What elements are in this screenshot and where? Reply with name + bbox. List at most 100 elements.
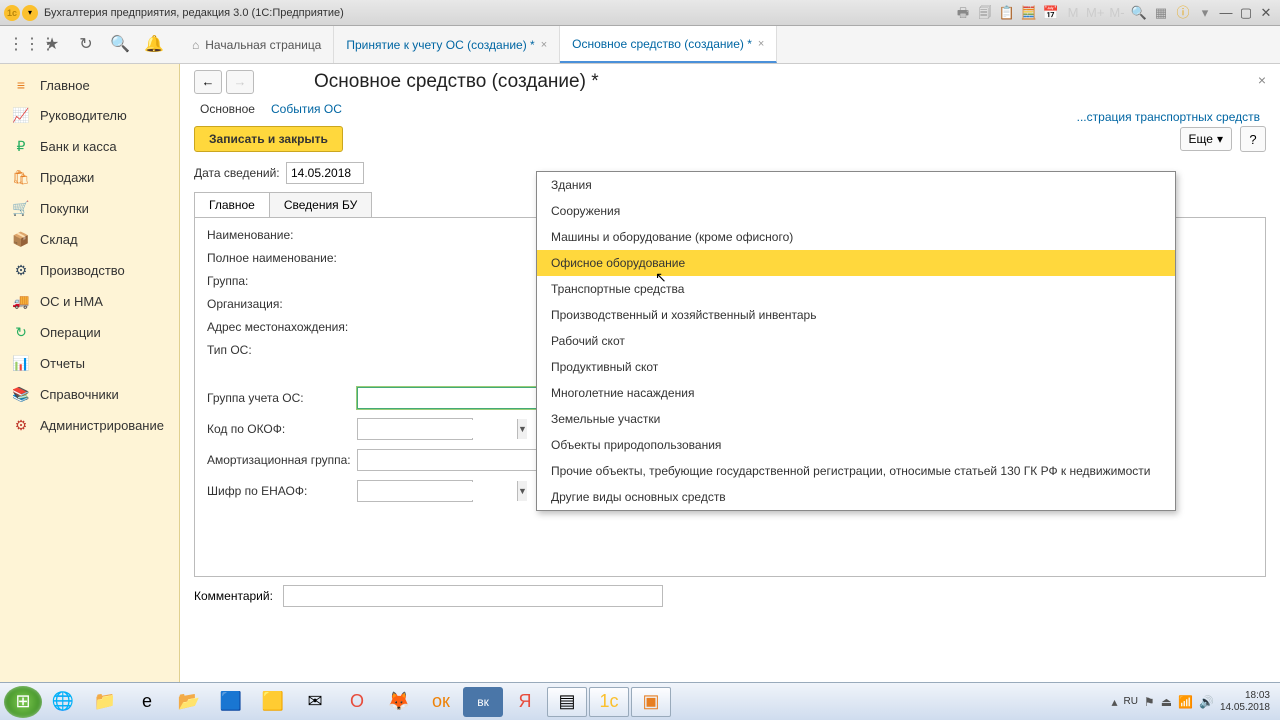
toolbar-m-icon[interactable]: M — [1064, 4, 1082, 22]
sidebar-label: Производство — [40, 263, 125, 278]
taskbar-ie-icon[interactable]: 🌐 — [43, 687, 83, 717]
taskbar-running-app[interactable]: ▤ — [547, 687, 587, 717]
taskbar-vk-icon[interactable]: вк — [463, 687, 503, 717]
tray-lang[interactable]: RU — [1123, 696, 1137, 707]
taskbar-yandex-icon[interactable]: Я — [505, 687, 545, 717]
inner-tab-main[interactable]: Главное — [194, 192, 270, 217]
app-menu-dropdown[interactable]: ▾ — [22, 5, 38, 21]
toolbar-m-plus-icon[interactable]: M+ — [1086, 4, 1104, 22]
taskbar-edge-icon[interactable]: e — [127, 687, 167, 717]
subnav-main[interactable]: Основное — [200, 102, 255, 116]
sidebar-label: Руководителю — [40, 108, 127, 123]
tab-close-icon[interactable]: × — [758, 38, 764, 50]
tray-icon[interactable]: ⚑ — [1144, 695, 1155, 709]
sidebar-item[interactable]: ⚙Администрирование — [0, 410, 179, 441]
sidebar-item[interactable]: 🚚ОС и НМА — [0, 286, 179, 317]
history-icon[interactable]: ↻ — [76, 35, 96, 55]
dropdown-option[interactable]: Здания — [537, 172, 1175, 198]
tray-network-icon[interactable]: 📶 — [1178, 695, 1193, 709]
tray-clock[interactable]: 18:03 14.05.2018 — [1220, 690, 1270, 714]
taskbar-running-1c[interactable]: 1c — [589, 687, 629, 717]
taskbar-running-app[interactable]: ▣ — [631, 687, 671, 717]
taskbar-opera-icon[interactable]: O — [337, 687, 377, 717]
taskbar-firefox-icon[interactable]: 🦊 — [379, 687, 419, 717]
tab-acceptance[interactable]: Принятие к учету ОС (создание) *× — [334, 26, 560, 63]
tab-fixed-asset[interactable]: Основное средство (создание) *× — [560, 26, 777, 63]
tray-volume-icon[interactable]: 🔊 — [1199, 695, 1214, 709]
sidebar-item[interactable]: 📚Справочники — [0, 379, 179, 410]
start-button[interactable]: ⊞ — [4, 686, 42, 718]
minimize-button[interactable]: — — [1217, 4, 1235, 22]
sidebar-item[interactable]: 🛒Покупки — [0, 193, 179, 224]
toolbar-icon[interactable]: 🧮 — [1020, 4, 1038, 22]
sidebar-item[interactable]: 📈Руководителю — [0, 100, 179, 131]
date-input[interactable] — [286, 162, 364, 184]
maximize-button[interactable]: ▢ — [1237, 4, 1255, 22]
sidebar-item[interactable]: ≡Главное — [0, 70, 179, 100]
sidebar-item[interactable]: ↻Операции — [0, 317, 179, 348]
toolbar-m-minus-icon[interactable]: M- — [1108, 4, 1126, 22]
dropdown-option[interactable]: Транспортные средства — [537, 276, 1175, 302]
panels-icon[interactable]: ▦ — [1152, 4, 1170, 22]
system-tray[interactable]: ▴ RU ⚑ ⏏ 📶 🔊 18:03 14.05.2018 — [1111, 690, 1276, 714]
toolbar-icon[interactable]: 🗐 — [976, 4, 994, 22]
inner-tab-accounting[interactable]: Сведения БУ — [270, 192, 372, 217]
toolbar-icon[interactable]: 📅 — [1042, 4, 1060, 22]
chevron-down-icon[interactable]: ▼ — [517, 419, 527, 439]
sidebar-item[interactable]: ₽Банк и касса — [0, 131, 179, 162]
dropdown-option[interactable]: Производственный и хозяйственный инвента… — [537, 302, 1175, 328]
toolbar-icon[interactable]: 📋 — [998, 4, 1016, 22]
taskbar-ok-icon[interactable]: ок — [421, 687, 461, 717]
label-name: Наименование: — [207, 228, 357, 242]
dropdown-option[interactable]: Земельные участки — [537, 406, 1175, 432]
dropdown-option[interactable]: Другие виды основных средств — [537, 484, 1175, 510]
save-close-button[interactable]: Записать и закрыть — [194, 126, 343, 152]
taskbar-app-icon[interactable]: 🟨 — [253, 687, 293, 717]
dropdown-option[interactable]: Машины и оборудование (кроме офисного) — [537, 224, 1175, 250]
dropdown-option[interactable]: Продуктивный скот — [537, 354, 1175, 380]
bell-icon[interactable]: 🔔 — [144, 35, 164, 55]
search-icon[interactable]: 🔍 — [110, 35, 130, 55]
sidebar-label: Банк и касса — [40, 139, 117, 154]
sidebar-label: Администрирование — [40, 418, 164, 433]
sidebar-item[interactable]: 📦Склад — [0, 224, 179, 255]
tray-up-icon[interactable]: ▴ — [1111, 695, 1117, 709]
sidebar-item[interactable]: 🛍Продажи — [0, 162, 179, 193]
nav-back-button[interactable]: ← — [194, 70, 222, 94]
page-close-button[interactable]: × — [1258, 72, 1266, 88]
apps-icon[interactable]: ⋮⋮⋮ — [8, 35, 28, 55]
dropdown-option[interactable]: Объекты природопользования — [537, 432, 1175, 458]
subnav-events[interactable]: События ОС — [271, 102, 342, 116]
tray-icon[interactable]: ⏏ — [1161, 695, 1172, 709]
subnav-registration[interactable]: ...страция транспортных средств — [1077, 110, 1260, 124]
sidebar-item[interactable]: ⚙Производство — [0, 255, 179, 286]
more-button[interactable]: Еще ▾ — [1180, 127, 1232, 151]
taskbar-mail-icon[interactable]: ✉ — [295, 687, 335, 717]
toolbar-icon[interactable]: 🖶 — [954, 4, 972, 22]
chevron-down-icon[interactable]: ▼ — [517, 481, 527, 501]
dropdown-option[interactable]: Офисное оборудование — [537, 250, 1175, 276]
nav-forward-button[interactable]: → — [226, 70, 254, 94]
sidebar-item[interactable]: 📊Отчеты — [0, 348, 179, 379]
comment-input[interactable] — [283, 585, 663, 607]
info-icon[interactable]: ⓘ — [1174, 4, 1192, 22]
sidebar-icon: ↻ — [12, 324, 30, 341]
okof-combo[interactable]: ▼ — [357, 418, 473, 440]
help-button[interactable]: ? — [1240, 126, 1266, 152]
enaof-input[interactable] — [362, 482, 517, 500]
okof-input[interactable] — [362, 420, 517, 438]
dropdown-option[interactable]: Прочие объекты, требующие государственно… — [537, 458, 1175, 484]
enaof-combo[interactable]: ▼ — [357, 480, 473, 502]
dropdown-option[interactable]: Сооружения — [537, 198, 1175, 224]
zoom-icon[interactable]: 🔍 — [1130, 4, 1148, 22]
dropdown-option[interactable]: Многолетние насаждения — [537, 380, 1175, 406]
taskbar-explorer-icon[interactable]: 📁 — [85, 687, 125, 717]
dropdown-option[interactable]: Рабочий скот — [537, 328, 1175, 354]
tab-close-icon[interactable]: × — [541, 39, 547, 51]
taskbar-app-icon[interactable]: 🟦 — [211, 687, 251, 717]
close-button[interactable]: ✕ — [1257, 4, 1275, 22]
dropdown-icon[interactable]: ▾ — [1196, 4, 1214, 22]
star-icon[interactable]: ★ — [42, 35, 62, 55]
taskbar-folder-icon[interactable]: 📂 — [169, 687, 209, 717]
tab-home[interactable]: ⌂Начальная страница — [180, 26, 334, 63]
